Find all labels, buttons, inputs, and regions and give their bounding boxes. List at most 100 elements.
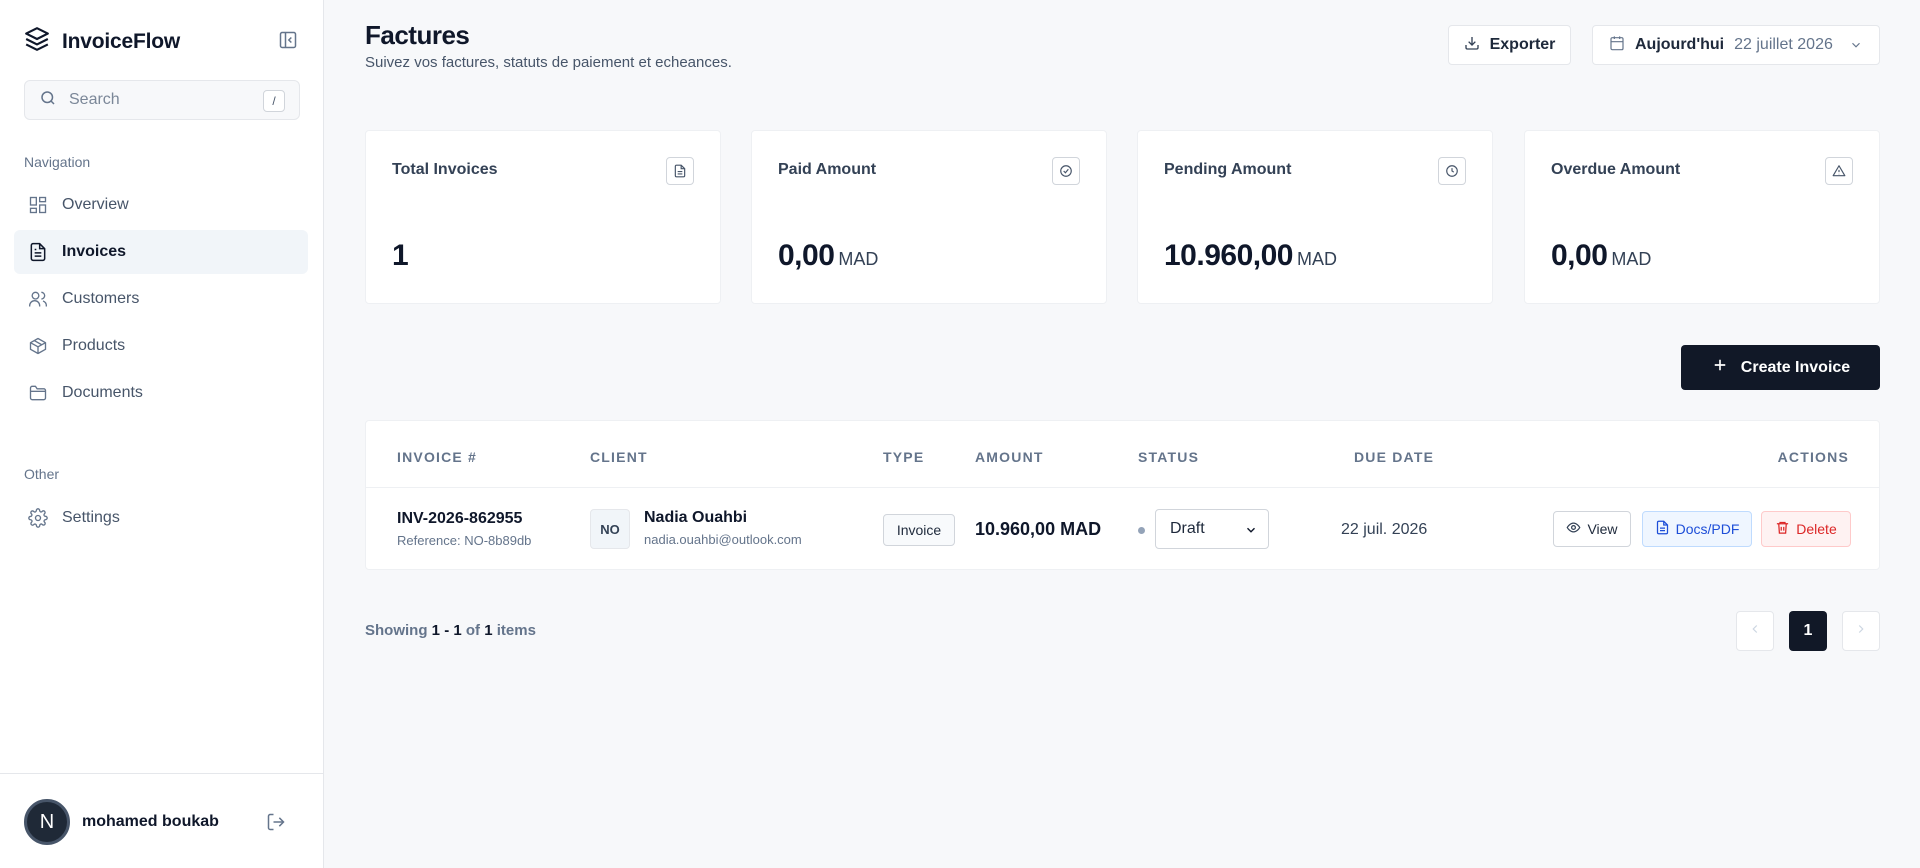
view-button[interactable]: View <box>1553 511 1631 547</box>
stat-card-overdue-amount: Overdue Amount 0,00 MAD <box>1524 130 1880 304</box>
status-select[interactable]: Draft <box>1155 509 1269 549</box>
alert-triangle-icon <box>1825 157 1853 185</box>
status-value: Draft <box>1170 520 1205 537</box>
stat-unit: MAD <box>838 249 879 269</box>
type-badge: Invoice <box>883 514 955 546</box>
file-icon <box>666 157 694 185</box>
invoice-number[interactable]: INV-2026-862955 <box>397 510 531 528</box>
sidebar-item-documents[interactable]: Documents <box>14 371 308 415</box>
next-page-button[interactable] <box>1842 611 1880 651</box>
export-label: Exporter <box>1489 36 1556 53</box>
column-header-actions: ACTIONS <box>1777 449 1849 465</box>
invoice-number-cell: INV-2026-862955 Reference: NO-8b89db <box>397 510 531 548</box>
invoices-table: INVOICE # CLIENT TYPE AMOUNT STATUS DUE … <box>365 420 1880 570</box>
stat-title: Total Invoices <box>392 161 498 178</box>
search-shortcut-key: / <box>263 90 285 112</box>
stat-title: Overdue Amount <box>1551 161 1681 178</box>
chevron-left-icon <box>1748 622 1762 641</box>
client-name: Nadia Ouahbi <box>644 509 748 526</box>
grid-icon <box>28 195 48 215</box>
eye-icon <box>1566 520 1581 538</box>
file-text-icon <box>1655 520 1670 538</box>
user-name: mohamed boukab <box>82 813 219 830</box>
app-name: InvoiceFlow <box>62 29 180 53</box>
stat-title: Paid Amount <box>778 161 877 178</box>
check-circle-icon <box>1052 157 1080 185</box>
chevron-down-icon <box>1244 523 1258 542</box>
logout-icon[interactable] <box>266 812 286 832</box>
folder-icon <box>28 383 48 403</box>
nav-section-label: Navigation <box>24 154 91 170</box>
stat-value: 0,00 MAD <box>778 239 879 272</box>
create-invoice-button[interactable]: Create Invoice <box>1681 345 1880 390</box>
gear-icon <box>28 508 48 528</box>
calendar-icon <box>1609 35 1625 56</box>
docs-pdf-button[interactable]: Docs/PDF <box>1642 511 1752 547</box>
page-button-current[interactable]: 1 <box>1789 611 1827 651</box>
users-icon <box>28 289 48 309</box>
previous-page-button[interactable] <box>1736 611 1774 651</box>
trash-icon <box>1775 520 1790 538</box>
column-header-client[interactable]: CLIENT <box>590 449 648 465</box>
sidebar-item-label: Documents <box>62 384 143 401</box>
column-header-amount[interactable]: AMOUNT <box>975 449 1044 465</box>
sidebar-item-products[interactable]: Products <box>14 324 308 368</box>
sidebar-item-overview[interactable]: Overview <box>14 183 308 227</box>
download-icon <box>1464 35 1480 56</box>
docs-pdf-label: Docs/PDF <box>1675 521 1740 537</box>
invoice-amount: 10.960,00 MAD <box>975 519 1102 539</box>
page-subtitle: Suivez vos factures, statuts de paiement… <box>365 54 732 71</box>
delete-button[interactable]: Delete <box>1761 511 1851 547</box>
invoice-reference: Reference: NO-8b89db <box>397 533 532 548</box>
stat-value: 1 <box>392 239 409 272</box>
sidebar-item-label: Invoices <box>62 243 127 260</box>
create-invoice-label: Create Invoice <box>1740 358 1851 376</box>
view-label: View <box>1587 521 1618 537</box>
search-box[interactable]: / <box>24 80 300 120</box>
brand[interactable]: InvoiceFlow <box>24 26 180 57</box>
stat-card-pending-amount: Pending Amount 10.960,00 MAD <box>1137 130 1493 304</box>
sidebar-item-settings[interactable]: Settings <box>14 496 308 540</box>
user-footer: N mohamed boukab <box>0 773 324 868</box>
sidebar-item-invoices[interactable]: Invoices <box>14 230 308 274</box>
package-icon <box>28 336 48 356</box>
stat-value: 0,00 MAD <box>1551 239 1652 272</box>
stat-card-total-invoices: Total Invoices 1 <box>365 130 721 304</box>
avatar[interactable]: N <box>24 799 70 845</box>
date-picker[interactable]: Aujourd'hui 22 juillet 2026 <box>1592 25 1880 65</box>
export-button[interactable]: Exporter <box>1448 25 1571 65</box>
other-section-label: Other <box>24 466 60 482</box>
clock-icon <box>1438 157 1466 185</box>
sidebar: InvoiceFlow / Navigation Overview Invoic… <box>0 0 324 868</box>
search-icon <box>39 89 57 112</box>
column-header-status[interactable]: STATUS <box>1138 449 1199 465</box>
sidebar-item-label: Products <box>62 337 126 354</box>
delete-label: Delete <box>1796 521 1837 537</box>
sidebar-item-label: Settings <box>62 509 120 526</box>
collapse-sidebar-icon[interactable] <box>278 30 298 50</box>
chevron-right-icon <box>1854 622 1868 641</box>
plus-icon <box>1711 356 1729 379</box>
column-header-invoice[interactable]: INVOICE # <box>397 449 477 465</box>
header-divider <box>366 487 1879 488</box>
column-header-type[interactable]: TYPE <box>883 449 924 465</box>
client-initials-badge: NO <box>590 509 630 549</box>
layers-icon <box>24 26 50 57</box>
date-value: 22 juillet 2026 <box>1734 36 1833 53</box>
sidebar-item-customers[interactable]: Customers <box>14 277 308 321</box>
column-header-due-date[interactable]: DUE DATE <box>1354 449 1434 465</box>
client-cell: Nadia Ouahbi nadia.ouahbi@outlook.com <box>644 509 802 547</box>
stat-title: Pending Amount <box>1164 161 1292 178</box>
chevron-down-icon <box>1849 38 1863 57</box>
stat-unit: MAD <box>1611 249 1652 269</box>
stat-unit: MAD <box>1296 249 1337 269</box>
status-dot <box>1138 527 1145 534</box>
stat-card-paid-amount: Paid Amount 0,00 MAD <box>751 130 1107 304</box>
date-label: Aujourd'hui <box>1635 36 1725 53</box>
page-title: Factures <box>365 20 470 50</box>
due-date: 22 juil. 2026 <box>1341 521 1428 538</box>
search-input[interactable] <box>69 91 249 109</box>
file-text-icon <box>28 242 48 262</box>
stat-value: 10.960,00 MAD <box>1164 239 1337 272</box>
client-email: nadia.ouahbi@outlook.com <box>644 532 802 547</box>
